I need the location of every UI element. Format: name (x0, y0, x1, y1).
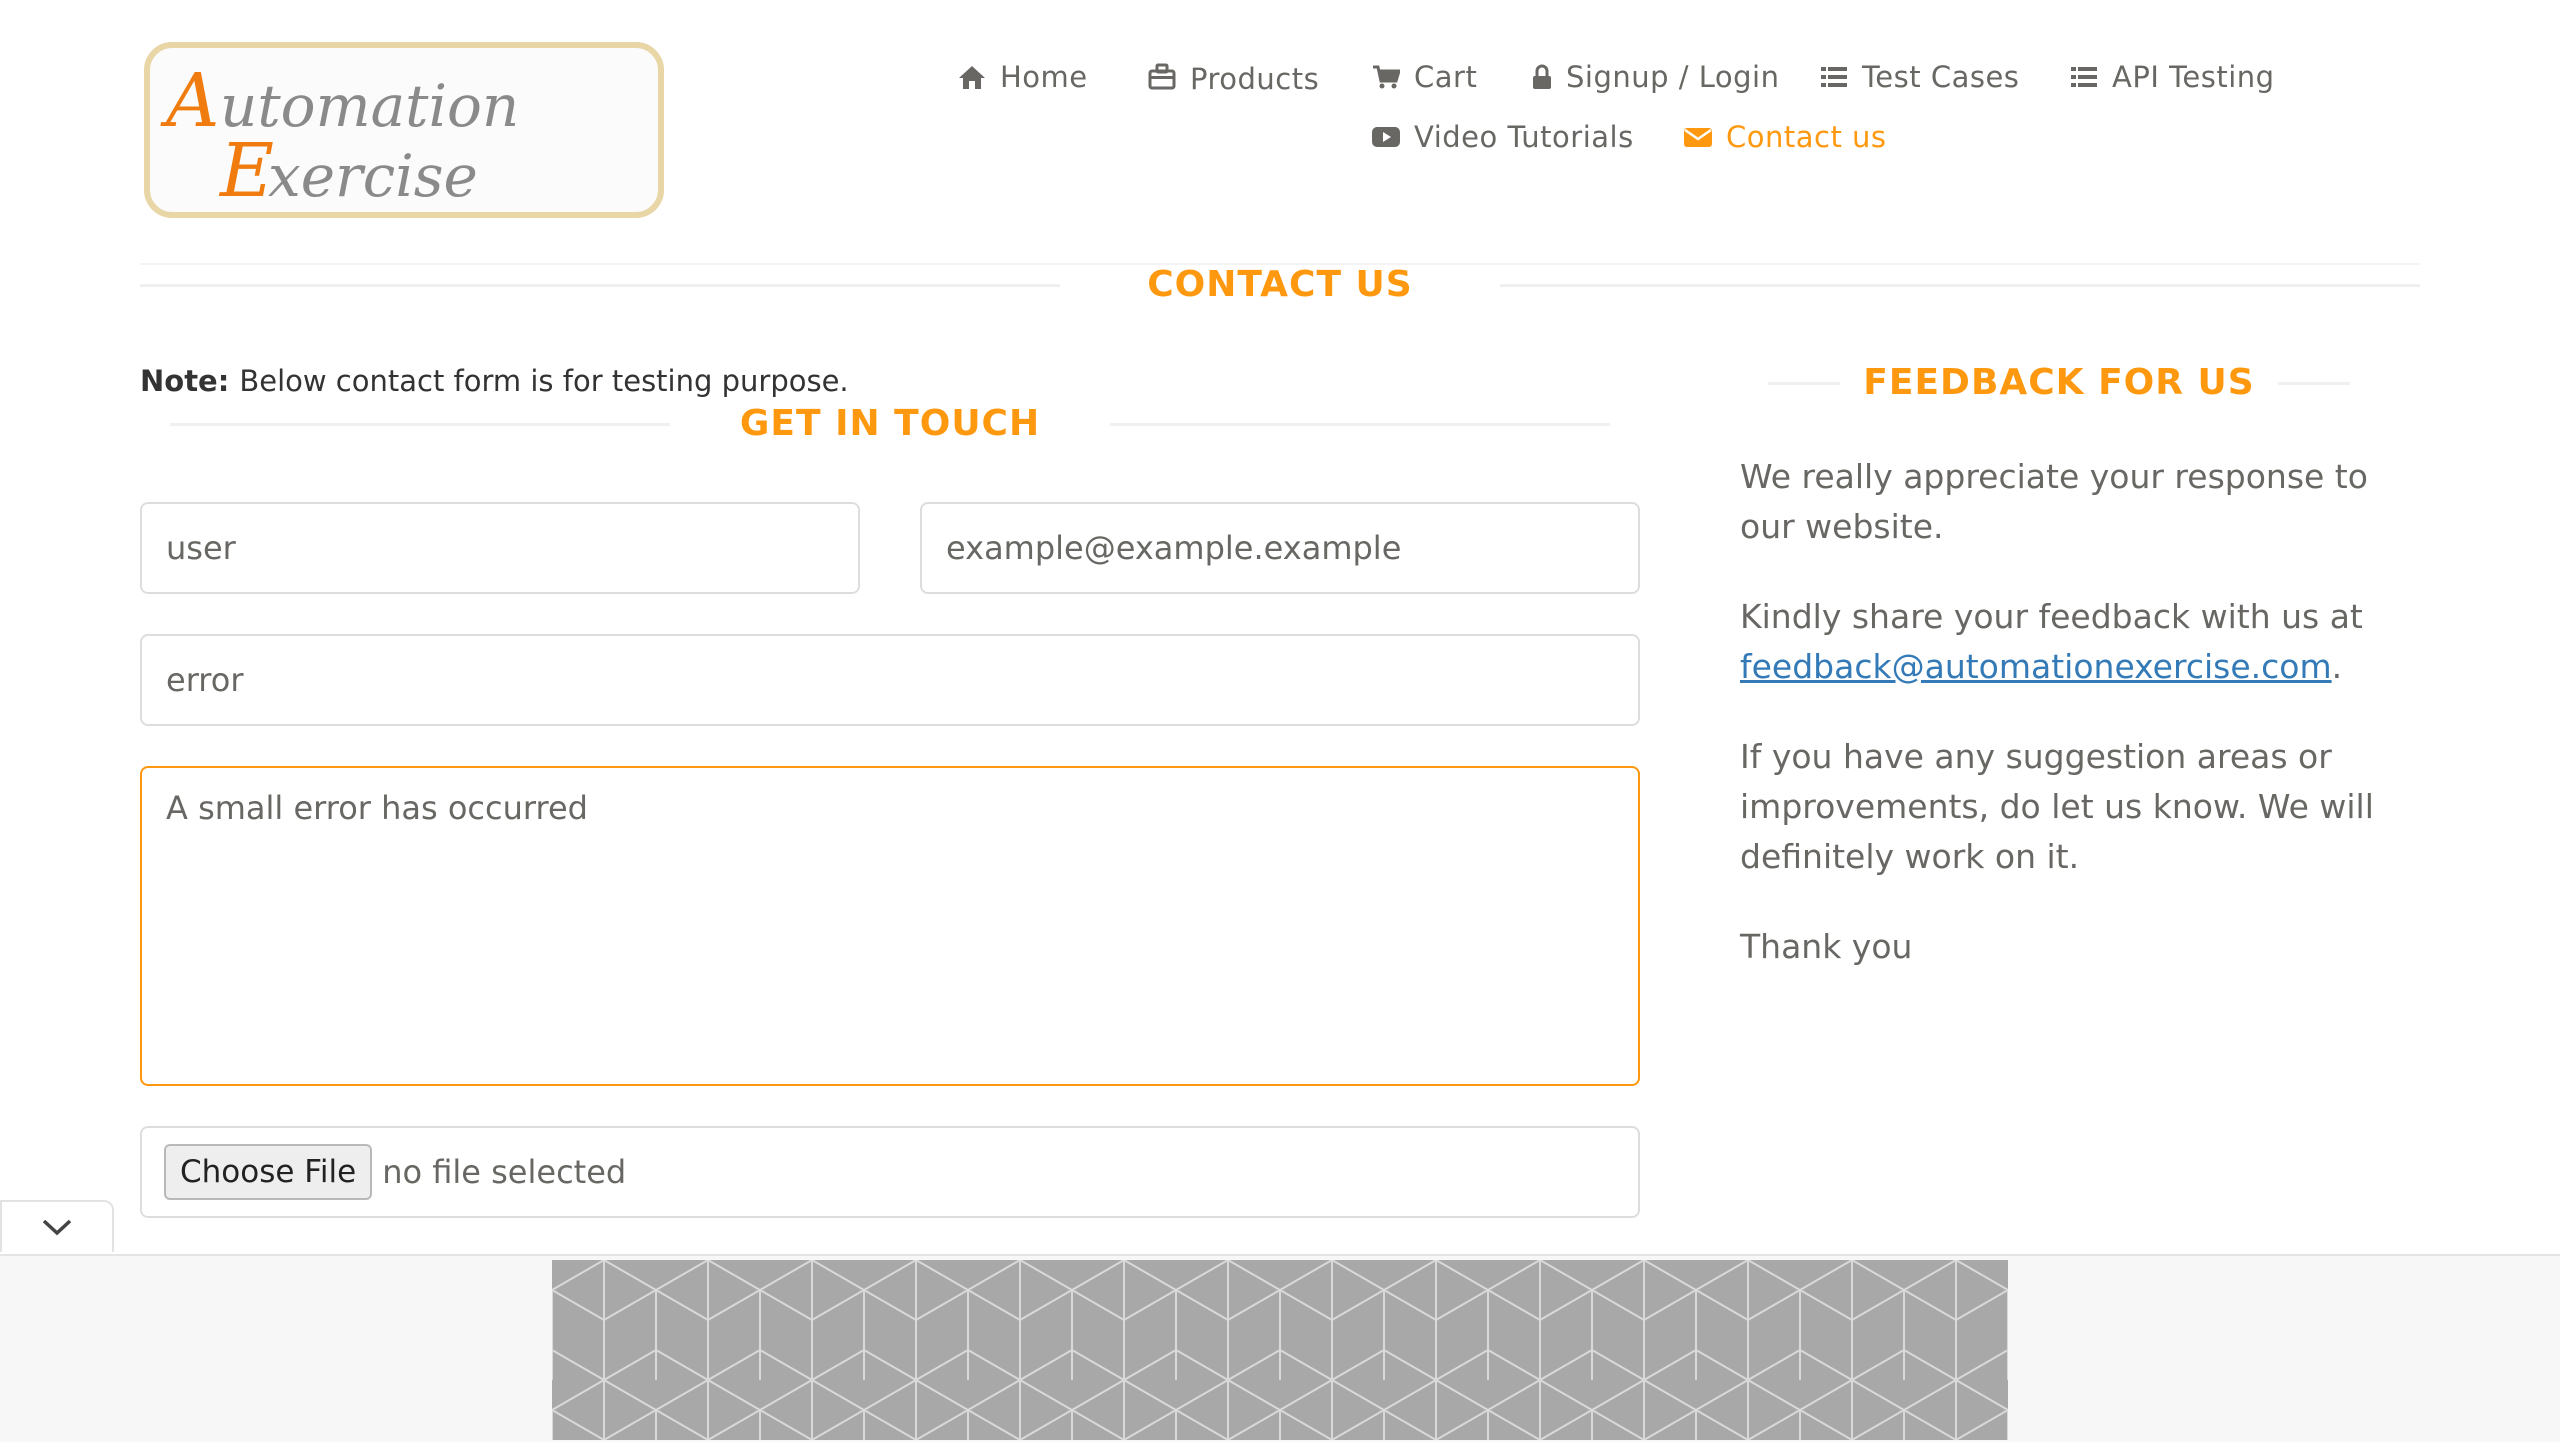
nav-home[interactable]: Home (958, 60, 1088, 94)
nav-signup-login-label: Signup / Login (1566, 60, 1780, 94)
logo-a: A (160, 58, 219, 144)
form-title-line-left (170, 423, 670, 426)
nav-test-cases-label: Test Cases (1862, 60, 2020, 94)
choose-file-button[interactable]: Choose File (164, 1144, 373, 1200)
logo-image: A utomation E xercise (160, 58, 519, 212)
briefcase-icon (1148, 63, 1176, 90)
home-icon (959, 66, 985, 89)
feedback-paragraph-2: Kindly share your feedback with us at fe… (1740, 592, 2400, 692)
nav-products[interactable]: Products (1148, 60, 1320, 96)
nav-video-tutorials-label: Video Tutorials (1414, 120, 1634, 154)
message-textarea[interactable]: A small error has occurred (140, 766, 1640, 1086)
nav-api-testing-label: API Testing (2112, 60, 2275, 94)
nav-signup-login[interactable]: Signup / Login (1532, 60, 1779, 94)
feedback-email-link[interactable]: feedback@automationexercise.com (1740, 647, 2332, 686)
feedback-paragraph-4: Thank you (1740, 927, 1913, 966)
nav-products-label: Products (1190, 62, 1320, 96)
feedback-p2-end: . (2331, 647, 2343, 686)
subject-input[interactable] (140, 634, 1640, 726)
nav-video-tutorials[interactable]: Video Tutorials (1372, 120, 1634, 154)
lock-icon (1533, 64, 1551, 89)
name-input[interactable] (140, 502, 860, 594)
title-line-right (1500, 284, 2420, 287)
feedback-p2-text: Kindly share your feedback with us at (1740, 597, 2363, 636)
note-label: Note: (140, 364, 230, 398)
logo-e: E (218, 128, 274, 212)
nav-cart-label: Cart (1414, 60, 1478, 94)
nav-cart[interactable]: Cart (1372, 60, 1477, 94)
ad-banner[interactable] (552, 1260, 2008, 1440)
file-status-text: no file selected (382, 1153, 627, 1191)
envelope-icon (1684, 128, 1712, 147)
ad-collapse-toggle[interactable] (0, 1200, 114, 1252)
nav-api-testing[interactable]: API Testing (2070, 60, 2275, 94)
email-input[interactable] (920, 502, 1640, 594)
form-title: Get In Touch (739, 403, 1041, 444)
list-icon (1821, 67, 1847, 87)
ad-pattern-image (552, 1260, 2008, 1440)
cart-icon (1373, 65, 1400, 89)
note-text: Below contact form is for testing purpos… (239, 364, 849, 398)
nav-home-label: Home (1000, 60, 1088, 94)
youtube-play-icon (1372, 127, 1400, 147)
logo-line2-rest: xercise (268, 142, 478, 210)
feedback-title-line-left (1768, 382, 1840, 385)
nav-contact-us[interactable]: Contact us (1684, 120, 1887, 154)
nav-contact-us-label: Contact us (1726, 120, 1887, 154)
title-line-left (140, 284, 1060, 287)
nav-test-cases[interactable]: Test Cases (1820, 60, 2019, 94)
site-logo[interactable]: A utomation E xercise (144, 42, 664, 218)
chevron-down-icon (42, 1219, 72, 1236)
form-title-line-right (1110, 423, 1610, 426)
list-icon (2071, 67, 2097, 87)
feedback-paragraph-1: We really appreciate your response to ou… (1740, 457, 2368, 546)
note: Note: Below contact form is for testing p… (140, 364, 849, 398)
page-title: Contact Us (1147, 264, 1413, 305)
feedback-title-line-right (2278, 382, 2350, 385)
file-upload-field: Choose File no file selected (140, 1126, 1640, 1218)
feedback-title: Feedback For Us (1863, 362, 2255, 403)
feedback-paragraph-3: If you have any suggestion areas or impr… (1740, 737, 2374, 876)
